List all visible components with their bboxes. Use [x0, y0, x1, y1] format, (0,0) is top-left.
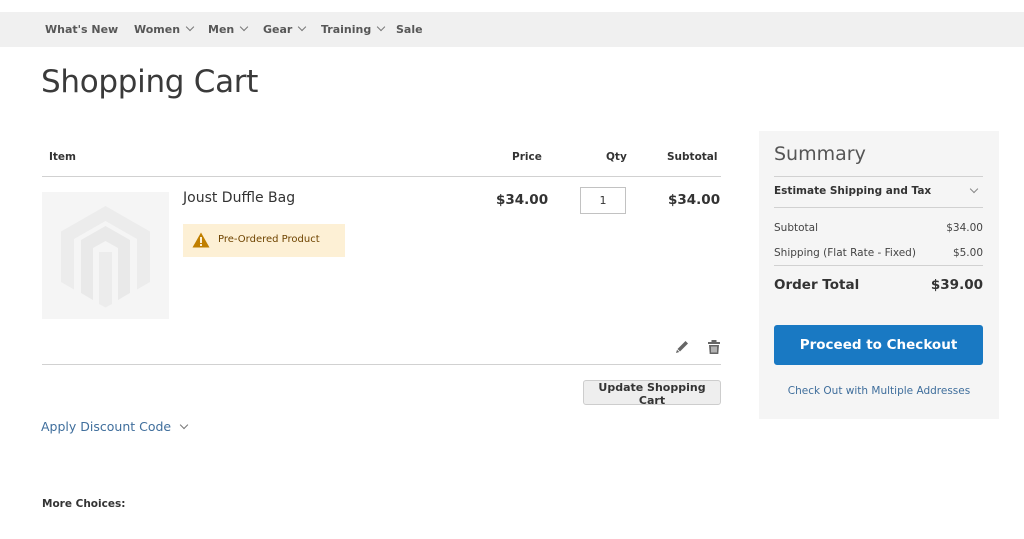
item-subtotal: $34.00 — [668, 192, 721, 208]
chevron-down-icon — [185, 22, 195, 32]
more-choices-heading: More Choices: — [42, 498, 126, 510]
main-navigation: What's New Women Men Gear Training Sale — [0, 12, 1024, 47]
summary-subtotal-label: Subtotal — [774, 222, 818, 234]
apply-discount-code-label: Apply Discount Code — [41, 419, 172, 434]
summary-divider — [774, 265, 983, 266]
column-header-item: Item — [49, 151, 76, 163]
nav-item-label: What's New — [45, 23, 119, 36]
apply-discount-code-toggle[interactable]: Apply Discount Code — [41, 419, 189, 434]
page-title: Shopping Cart — [41, 64, 259, 100]
chevron-down-icon — [376, 22, 386, 32]
nav-item-label: Men — [208, 23, 235, 36]
nav-item-sale[interactable]: Sale — [396, 12, 423, 47]
table-header-divider — [42, 176, 721, 177]
edit-pencil-icon[interactable] — [674, 339, 690, 355]
proceed-to-checkout-button[interactable]: Proceed to Checkout — [774, 325, 983, 365]
preorder-status-text: Pre-Ordered Product — [218, 234, 320, 245]
summary-divider — [774, 207, 983, 208]
order-summary-panel: Summary Estimate Shipping and Tax Subtot… — [759, 131, 999, 419]
nav-item-training[interactable]: Training — [321, 12, 386, 47]
nav-item-men[interactable]: Men — [208, 12, 249, 47]
product-name-link[interactable]: Joust Duffle Bag — [183, 190, 295, 206]
summary-shipping-label: Shipping (Flat Rate - Fixed) — [774, 247, 916, 259]
summary-subtotal-value: $34.00 — [946, 222, 983, 234]
column-header-qty: Qty — [606, 151, 627, 163]
warning-icon — [192, 232, 210, 248]
chevron-down-icon — [298, 22, 307, 32]
column-header-subtotal: Subtotal — [667, 151, 718, 163]
trash-icon[interactable] — [706, 339, 722, 355]
column-header-price: Price — [512, 151, 542, 163]
chevron-down-icon — [240, 22, 249, 32]
item-price: $34.00 — [496, 192, 549, 208]
nav-item-women[interactable]: Women — [134, 12, 195, 47]
update-shopping-cart-button[interactable]: Update Shopping Cart — [583, 380, 721, 407]
table-footer-divider — [42, 364, 721, 365]
nav-item-label: Training — [321, 23, 372, 36]
nav-item-whats-new[interactable]: What's New — [45, 12, 118, 47]
summary-shipping-value: $5.00 — [952, 247, 983, 259]
summary-title: Summary — [774, 143, 866, 165]
nav-item-label: Gear — [263, 23, 293, 36]
estimate-shipping-tax-toggle[interactable]: Estimate Shipping and Tax — [774, 185, 931, 197]
nav-item-label: Women — [134, 23, 181, 36]
order-total-value: $39.00 — [930, 277, 983, 293]
nav-item-gear[interactable]: Gear — [263, 12, 307, 47]
order-total-label: Order Total — [774, 277, 860, 293]
summary-divider — [774, 176, 983, 177]
multiple-addresses-checkout-link[interactable]: Check Out with Multiple Addresses — [759, 385, 999, 397]
chevron-down-icon — [179, 420, 189, 430]
chevron-down-icon[interactable] — [969, 184, 979, 194]
preorder-status-badge: Pre-Ordered Product — [183, 224, 345, 257]
quantity-input[interactable] — [580, 187, 626, 214]
magento-placeholder-logo-icon — [61, 206, 150, 308]
product-image[interactable] — [42, 192, 169, 319]
nav-item-label: Sale — [396, 23, 423, 36]
